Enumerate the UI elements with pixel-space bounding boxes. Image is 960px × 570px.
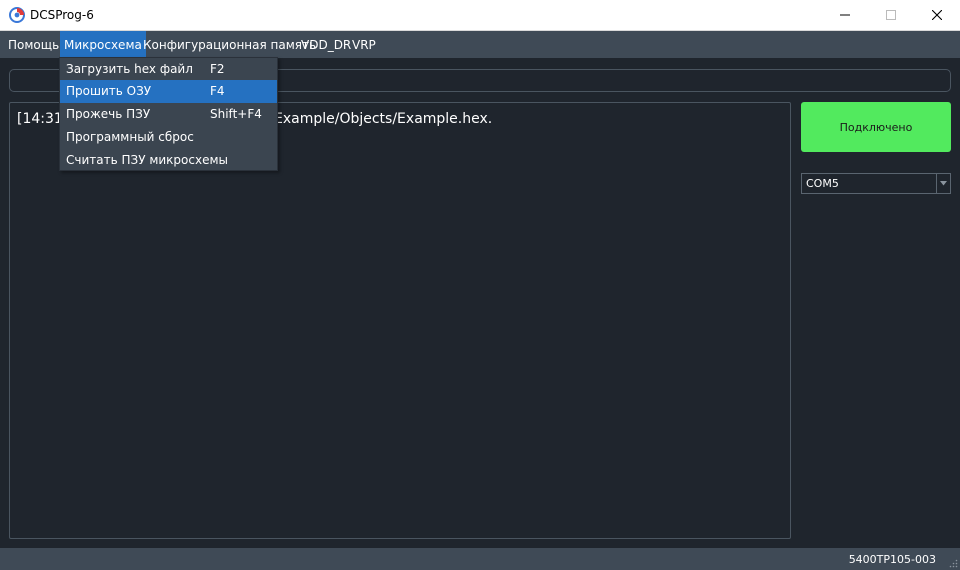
chip-menu-dropdown: Загрузить hex файл F2 Прошить ОЗУ F4 Про… <box>59 57 278 171</box>
menu-item-label: Прожечь ПЗУ <box>66 107 151 121</box>
menu-vrp[interactable]: VRP <box>352 31 376 58</box>
menu-bar: Помощь Микросхема Конфигурационная памят… <box>0 31 960 58</box>
minimize-button[interactable] <box>822 0 868 30</box>
chevron-down-icon <box>940 181 947 186</box>
menu-vdd-dr[interactable]: VDD_DR <box>301 31 351 58</box>
maximize-button[interactable] <box>868 0 914 30</box>
menu-item-software-reset[interactable]: Программный сброс <box>60 126 277 149</box>
menu-item-shortcut: Shift+F4 <box>210 107 262 121</box>
window-title: DCSProg-6 <box>30 8 94 22</box>
minimize-icon <box>840 14 850 16</box>
com-port-select[interactable]: COM5 <box>801 173 951 194</box>
log-line-path: Example/Objects/Example.hex. <box>274 111 493 127</box>
menu-item-flash-ram[interactable]: Прошить ОЗУ F4 <box>60 80 277 103</box>
menu-item-load-hex[interactable]: Загрузить hex файл F2 <box>60 58 277 81</box>
menu-help[interactable]: Помощь <box>8 31 59 58</box>
menu-chip[interactable]: Микросхема <box>60 31 146 58</box>
menu-item-label: Программный сброс <box>66 130 194 144</box>
connection-status-button[interactable]: Подключено <box>801 102 951 152</box>
close-button[interactable] <box>914 0 960 30</box>
menu-item-label: Прошить ОЗУ <box>66 84 152 98</box>
com-port-dropdown-button[interactable] <box>936 174 950 193</box>
close-icon <box>932 10 942 20</box>
connection-status-label: Подключено <box>839 120 913 134</box>
menu-config-memory[interactable]: Конфигурационная память <box>143 31 316 58</box>
menu-item-label: Считать ПЗУ микросхемы <box>66 153 228 167</box>
status-bar: 5400ТР105-003 <box>0 548 960 570</box>
resize-grip-icon[interactable] <box>948 558 958 568</box>
com-port-value: COM5 <box>806 177 839 190</box>
log-line-time: [14:31 <box>17 111 63 127</box>
menu-item-read-rom[interactable]: Считать ПЗУ микросхемы <box>60 149 277 172</box>
menu-item-shortcut: F4 <box>210 84 225 98</box>
menu-item-burn-rom[interactable]: Прожечь ПЗУ Shift+F4 <box>60 103 277 126</box>
app-logo-icon <box>9 7 25 23</box>
title-bar: DCSProg-6 <box>0 0 960 31</box>
maximize-icon <box>886 10 896 20</box>
menu-item-label: Загрузить hex файл <box>66 62 193 76</box>
chip-model-label: 5400ТР105-003 <box>848 553 936 566</box>
menu-item-shortcut: F2 <box>210 62 225 76</box>
